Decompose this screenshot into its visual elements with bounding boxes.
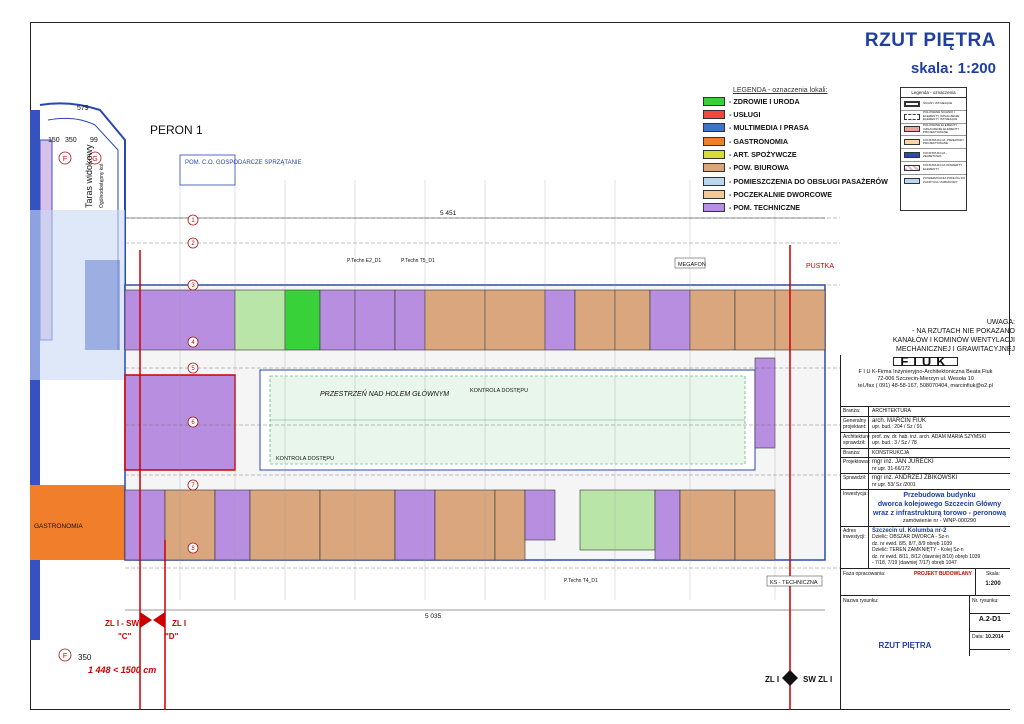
megafon-label: MEGAFON [678,262,706,268]
dim-579: 579 [77,105,89,112]
scale-value: 1:200 [985,580,1001,587]
drawing-date: 10.2014 [985,633,1004,640]
terrace-label: Taras widokowy [84,144,94,208]
axis-f-bottom: F [63,653,67,660]
note-line: MECHANICZNEJ I GRAWITACYJNEJ [895,346,1015,353]
section-sw-right: SW ZL I [803,675,832,684]
platform-label: PERON 1 [150,123,203,137]
legend-symbol-row: KONSTRUKCJA ODWIERTY ELEMENTY [901,162,966,175]
dim-top: 5 451 [440,210,457,217]
drawing-scale: skala: 1:200 [910,60,996,77]
dim-150: 150 [48,137,60,144]
company-address: 72-006 Szczecin-Mierzyn ul. Wesoła 10 [877,376,974,382]
wall-demolished-icon [904,113,920,120]
dim-section-length: 1 448 < 1500 cm [88,665,156,675]
project-title-3: wraz z infrastrukturą torowo - peronową [872,510,1006,517]
company-logo: FIUK [893,355,958,368]
concrete-icon [904,152,920,159]
phase-value: PROJEKT BUDOWLANY [913,570,972,577]
drawing-name: RZUT PIĘTRA [878,640,932,650]
dim-bottom: 5 035 [425,613,442,620]
access-control-label: KONTROLA DOSTĘPU [470,388,528,394]
tb-row: Projektował: mgr inż. JAN JURECKI nr upr. … [841,458,1010,474]
wall-new-icon [904,126,920,133]
note-title: UWAGA: [986,319,1015,326]
section-zl: ZL I [172,619,186,628]
ks-tech-label: KS - TECHNICZNA [770,580,818,586]
company-contact: tel./fax ( 091) 48-58-167, 508070404, ma… [858,383,993,389]
section-c: "C" [118,632,132,641]
dim-350-bottom: 350 [78,653,92,662]
legend-symbols: Legenda - oznaczenia ŚCIANY ISTNIEJĄCE P… [900,87,967,211]
phase-row: Faza opracowania: PROJEKT BUDOWLANY Skala… [841,568,1010,596]
tb-row: Adres inwestycji: Szczecin ul. Kolumba n… [841,526,1010,569]
drawing-number: A.2-D1 [970,614,1010,632]
legend-symbol-row: ŚCIANY ISTNIEJĄCE [901,98,966,111]
room-pom-co: POM. C.O. GOSPODARCZE SPRZĄTANIE [185,160,302,166]
drawing-name-row: Nazwa rysunku: RZUT PIĘTRA Nr. rysunku: … [841,595,1010,656]
drawing-title: RZUT PIĘTRA [864,30,996,51]
section-zl-right: ZL I [765,675,779,684]
wall-existing-icon [904,100,920,107]
tb-row: Generalny projektant: arch. MARCIN FIUK up… [841,416,1010,433]
legend-symbol-row: POLOWANE ŚCIANKI I ELEMENTY OZNACZENIE E… [901,111,966,124]
legend-symbol-row: POWIERZCHNIA PODŁÓG DO ZAKRYCIA / ZABUDO… [901,175,966,187]
floor-icon [904,177,920,184]
dim-350: 350 [65,137,77,144]
tech-room-1: P.Techn E2_D1 [347,258,381,264]
company-name: F I U K-Firma Inżynieryjno-Architektonic… [858,369,993,375]
note-line: - NA RZUTACH NIE POKAZANO [912,328,1015,335]
project-title-1: Przebudowa budynku [903,492,976,499]
access-control-label-2: KONTROLA DOSTĘPU [276,456,334,462]
terrace-sublabel: Ogólnodostępny kol. [99,162,105,208]
axis-f: F [63,156,67,163]
order-number: zamówienie nr - WNP-000290 [902,518,977,524]
section-d: "D" [165,632,179,641]
notes: UWAGA: - NA RZUTACH NIE POKAZANO KANAŁÓW… [845,318,1015,354]
legend-symbol-row: KONSTRUKCJA - ŻELBETOWA [901,149,966,162]
legend-symbol-row: KONSTRUKCJA ,PRZEWODY PROJEKTOWANE [901,136,966,150]
legend-symbol-row: POLOWANE ELEMENTY OZNACZENIE ELEMENTY PR… [901,124,966,137]
hatch-icon [904,164,920,171]
floor-plan: GASTRONOMIA PRZESTRZEŃ NAD HOLEM GŁÓWNYM… [30,102,840,710]
construction-icon [904,139,920,146]
tech-room-2: P.Techn T5_D1 [401,258,435,264]
tech-room-3: P.Techn T4_D1 [564,578,598,584]
tb-row: Inwestycja: Przebudowa budynku dworca ko… [841,490,1010,527]
tb-row: Branża: ARCHITEKTURA [841,407,1010,417]
project-title-2: dworca kolejowego Szczecin Główny [877,501,1002,508]
legend-symbols-title: Legenda - oznaczenia [901,88,966,98]
note-line: KANAŁÓW I KOMINÓW WENTYLACJI [892,337,1015,344]
company-block: FIUK F I U K-Firma Inżynieryjno-Architek… [841,355,1010,407]
gastronomia-label: GASTRONOMIA [34,523,83,530]
tb-row: Branża: KONSTRUKCJA [841,448,1010,458]
tb-row: Sprawdził: mgr inż. ANDRZEJ ŻBIKOWSKI nr u… [841,474,1010,490]
dim-99: 99 [90,137,98,144]
pustka-label: PUSTKA [806,263,834,270]
void-label: PRZESTRZEŃ NAD HOLEM GŁÓWNYM [320,389,449,398]
section-zl-sw: ZL I - SW [105,619,140,628]
tb-row: Architekturę sprawdził: prof. zw. dr. hab… [841,432,1010,449]
title-block: FIUK F I U K-Firma Inżynieryjno-Architek… [840,355,1010,709]
